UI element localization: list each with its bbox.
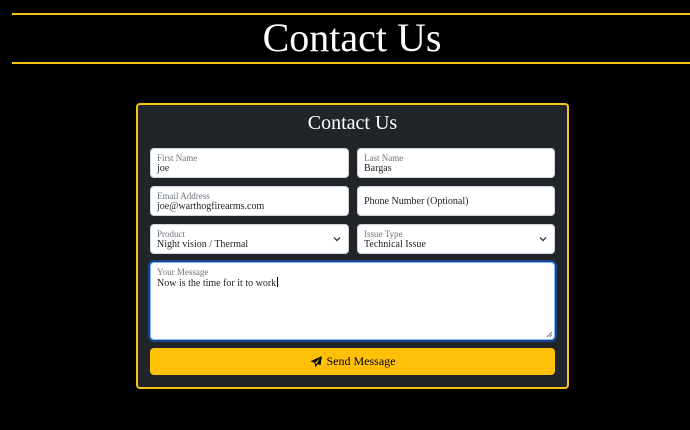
- message-label: Your Message: [157, 267, 209, 277]
- first-name-field[interactable]: First Name joe: [150, 148, 349, 178]
- resize-handle-icon[interactable]: [546, 331, 553, 338]
- chevron-down-icon: [539, 237, 547, 242]
- last-name-label: Last Name: [364, 153, 404, 163]
- phone-placeholder: Phone Number (Optional): [364, 196, 469, 207]
- text-caret: [277, 277, 279, 287]
- issue-type-value: Technical Issue: [364, 239, 426, 250]
- email-field[interactable]: Email Address joe@warthogfirearms.com: [150, 186, 349, 216]
- page: Contact Us Contact Us First Name joe Las…: [0, 0, 690, 430]
- last-name-value: Bargas: [364, 163, 392, 174]
- page-title: Contact Us: [262, 15, 442, 60]
- email-value: joe@warthogfirearms.com: [157, 201, 265, 212]
- issue-type-select[interactable]: Issue Type Technical Issue: [357, 224, 555, 254]
- first-name-value: joe: [157, 163, 170, 174]
- last-name-field[interactable]: Last Name Bargas: [357, 148, 555, 178]
- message-textarea[interactable]: Your Message Now is the time for it to w…: [150, 262, 555, 340]
- email-label: Email Address: [157, 191, 210, 201]
- contact-form-card: Contact Us First Name joe Last Name Barg…: [136, 103, 569, 389]
- send-message-button[interactable]: Send Message: [150, 348, 555, 375]
- product-select[interactable]: Product Night vision / Thermal: [150, 224, 349, 254]
- send-message-label: Send Message: [326, 354, 396, 368]
- phone-field[interactable]: Phone Number (Optional): [357, 186, 555, 216]
- chevron-down-icon: [333, 237, 341, 242]
- issue-type-label: Issue Type: [364, 229, 403, 239]
- card-title: Contact Us: [307, 112, 398, 134]
- message-value: Now is the time for it to work: [157, 277, 279, 290]
- first-name-label: First Name: [157, 153, 198, 163]
- paper-plane-icon: [309, 355, 322, 367]
- message-text: Now is the time for it to work: [157, 278, 277, 289]
- product-value: Night vision / Thermal: [157, 239, 249, 250]
- product-label: Product: [157, 229, 185, 239]
